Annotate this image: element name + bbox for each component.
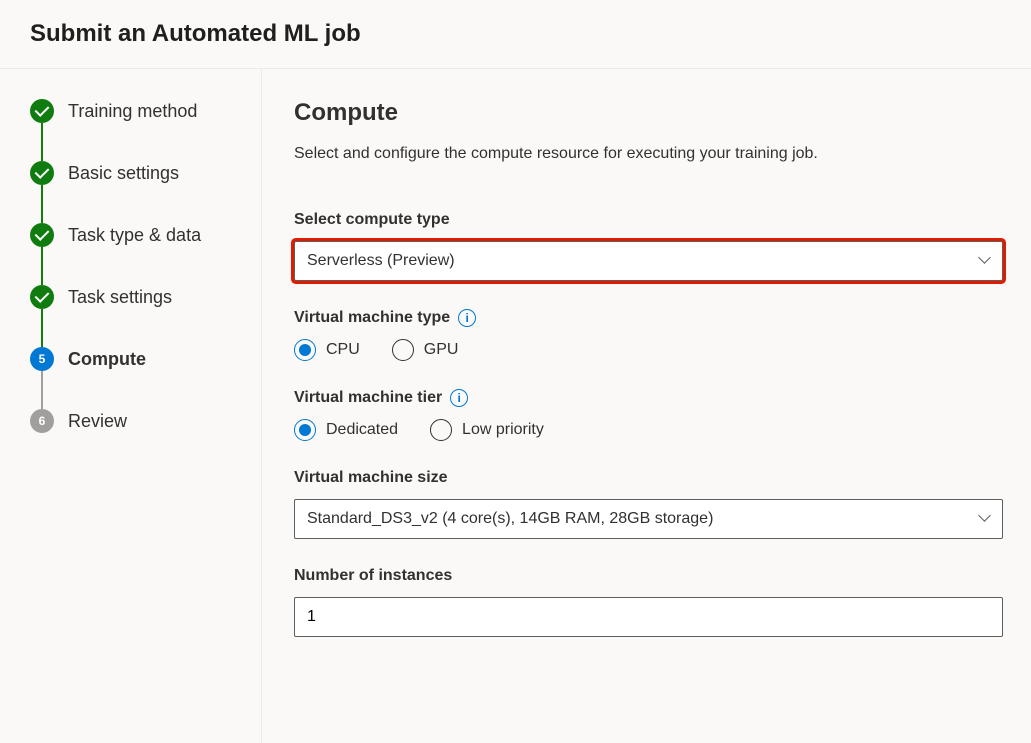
vm-tier-field: Virtual machine tier i Dedicated Low pri… [294, 389, 1003, 441]
vm-size-field: Virtual machine size Standard_DS3_v2 (4 … [294, 469, 1003, 539]
checkmark-icon [30, 285, 54, 309]
step-review[interactable]: 6 Review [30, 409, 241, 433]
section-description: Select and configure the compute resourc… [294, 145, 1003, 163]
step-label: Compute [68, 349, 146, 370]
page-title: Submit an Automated ML job [30, 20, 1001, 48]
step-number-icon: 6 [30, 409, 54, 433]
checkmark-icon [30, 161, 54, 185]
instances-label: Number of instances [294, 567, 1003, 585]
vm-tier-low-priority-radio[interactable]: Low priority [430, 419, 544, 441]
chevron-down-icon [978, 255, 990, 267]
compute-type-label: Select compute type [294, 211, 1003, 229]
step-label: Task type & data [68, 225, 201, 246]
vm-type-label: Virtual machine type i [294, 309, 1003, 327]
dropdown-value: Serverless (Preview) [307, 252, 455, 270]
checkmark-icon [30, 223, 54, 247]
step-label: Task settings [68, 287, 172, 308]
section-heading: Compute [294, 99, 1003, 127]
vm-type-field: Virtual machine type i CPU GPU [294, 309, 1003, 361]
step-label: Training method [68, 101, 197, 122]
radio-icon [294, 419, 316, 441]
wizard-steps-sidebar: Training method Basic settings Task type… [0, 69, 262, 743]
info-icon[interactable]: i [458, 309, 476, 327]
radio-label: Low priority [462, 421, 544, 439]
vm-type-cpu-radio[interactable]: CPU [294, 339, 360, 361]
instances-field: Number of instances [294, 567, 1003, 637]
step-training-method[interactable]: Training method [30, 99, 241, 161]
chevron-down-icon [978, 513, 990, 525]
page-header: Submit an Automated ML job [0, 0, 1031, 69]
vm-size-label: Virtual machine size [294, 469, 1003, 487]
vm-size-dropdown[interactable]: Standard_DS3_v2 (4 core(s), 14GB RAM, 28… [294, 499, 1003, 539]
step-label: Review [68, 411, 127, 432]
radio-label: Dedicated [326, 421, 398, 439]
step-compute[interactable]: 5 Compute [30, 347, 241, 409]
radio-icon [294, 339, 316, 361]
main-panel: Compute Select and configure the compute… [262, 69, 1031, 743]
step-task-type-data[interactable]: Task type & data [30, 223, 241, 285]
vm-type-gpu-radio[interactable]: GPU [392, 339, 459, 361]
radio-icon [430, 419, 452, 441]
step-number-icon: 5 [30, 347, 54, 371]
checkmark-icon [30, 99, 54, 123]
vm-tier-label: Virtual machine tier i [294, 389, 1003, 407]
vm-tier-dedicated-radio[interactable]: Dedicated [294, 419, 398, 441]
dropdown-value: Standard_DS3_v2 (4 core(s), 14GB RAM, 28… [307, 510, 713, 528]
radio-label: GPU [424, 341, 459, 359]
step-task-settings[interactable]: Task settings [30, 285, 241, 347]
instances-input[interactable] [294, 597, 1003, 637]
radio-icon [392, 339, 414, 361]
info-icon[interactable]: i [450, 389, 468, 407]
step-basic-settings[interactable]: Basic settings [30, 161, 241, 223]
step-label: Basic settings [68, 163, 179, 184]
compute-type-field: Select compute type Serverless (Preview) [294, 211, 1003, 281]
compute-type-dropdown[interactable]: Serverless (Preview) [294, 241, 1003, 281]
radio-label: CPU [326, 341, 360, 359]
